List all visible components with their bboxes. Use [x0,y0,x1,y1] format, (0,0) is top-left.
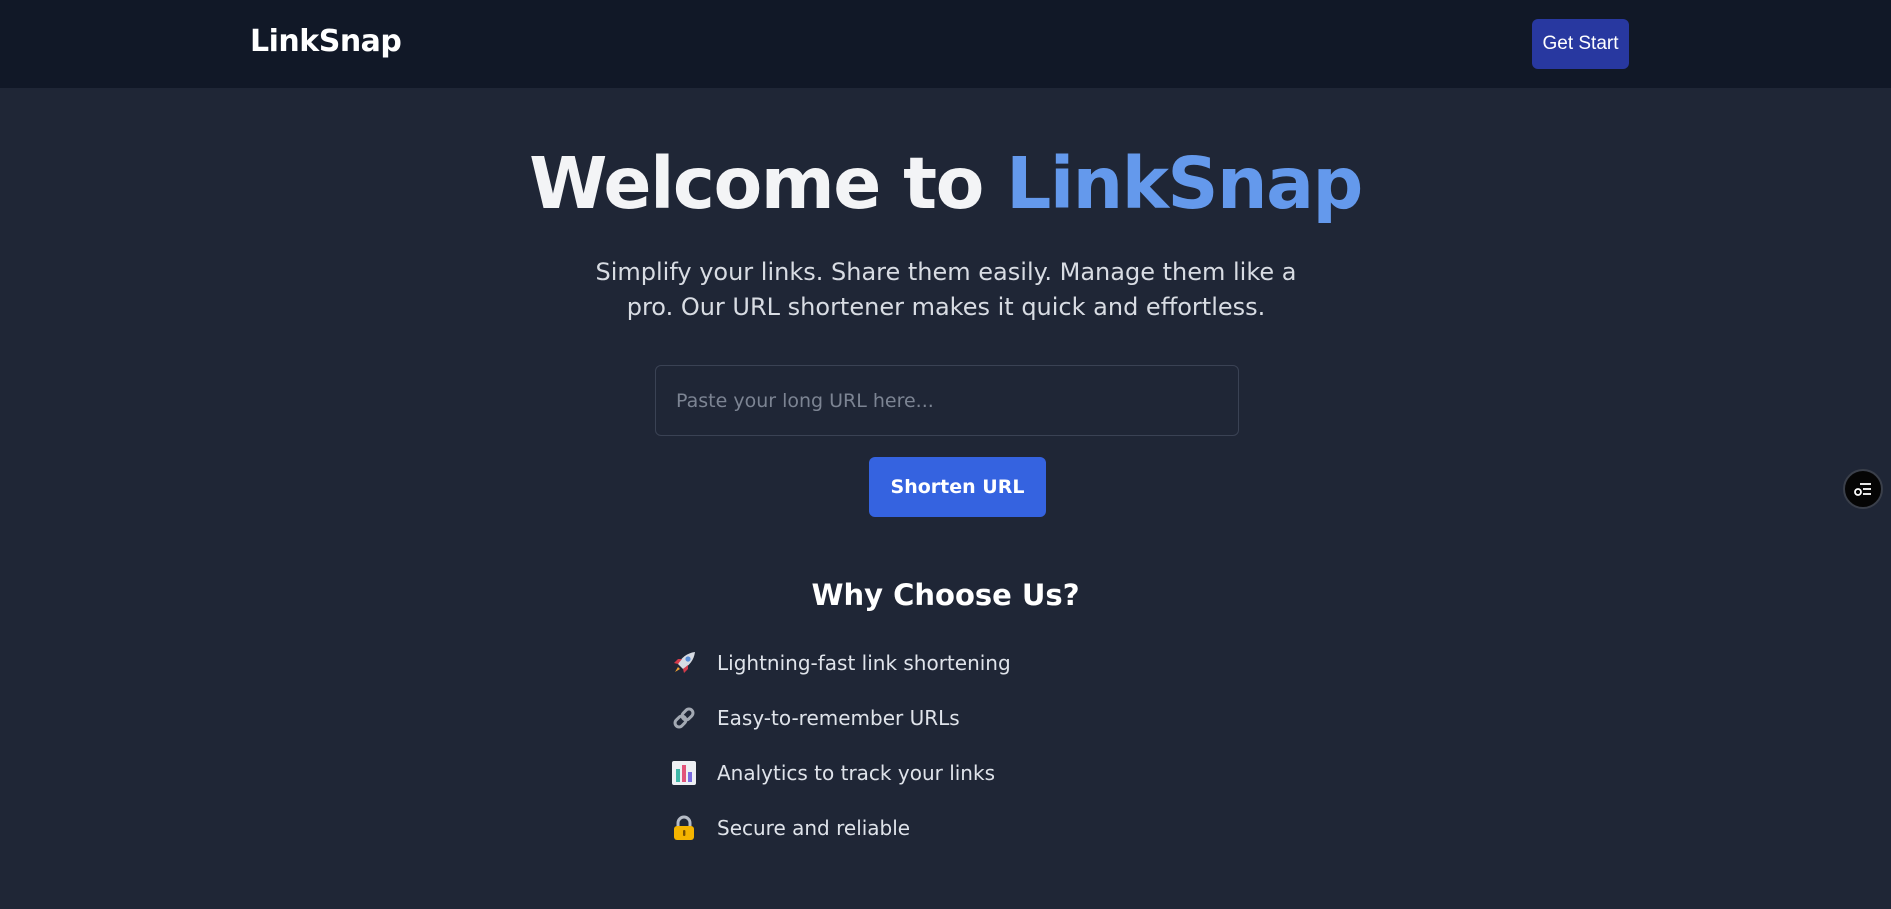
feature-item: Lightning-fast link shortening [670,635,1011,690]
feature-label: Analytics to track your links [717,760,995,785]
get-start-button[interactable]: Get Start [1532,19,1629,69]
rocket-icon [670,649,698,677]
feature-list: Lightning-fast link shortening Easy-to-r… [670,635,1011,855]
hero-title-prefix: Welcome to [529,142,1007,225]
link-icon [670,704,698,732]
hero-subtitle: Simplify your links. Share them easily. … [595,258,1297,321]
lock-icon [670,814,698,842]
feature-item: Easy-to-remember URLs [670,690,1011,745]
bar-chart-icon [670,759,698,787]
feature-label: Secure and reliable [717,815,911,840]
hero-title: Welcome to LinkSnap [0,143,1891,225]
brand-logo[interactable]: LinkSnap [250,24,402,59]
filter-settings-icon[interactable] [1843,469,1883,509]
feature-item: Analytics to track your links [670,745,1011,800]
hero-title-brand: LinkSnap [1006,142,1363,225]
long-url-input[interactable] [655,365,1239,436]
feature-label: Easy-to-remember URLs [717,705,960,730]
feature-item: Secure and reliable [670,800,1011,855]
why-choose-us-heading: Why Choose Us? [811,578,1080,612]
shorten-url-button[interactable]: Shorten URL [869,457,1046,517]
top-navbar: LinkSnap Get Start [0,0,1891,88]
feature-label: Lightning-fast link shortening [717,650,1011,675]
